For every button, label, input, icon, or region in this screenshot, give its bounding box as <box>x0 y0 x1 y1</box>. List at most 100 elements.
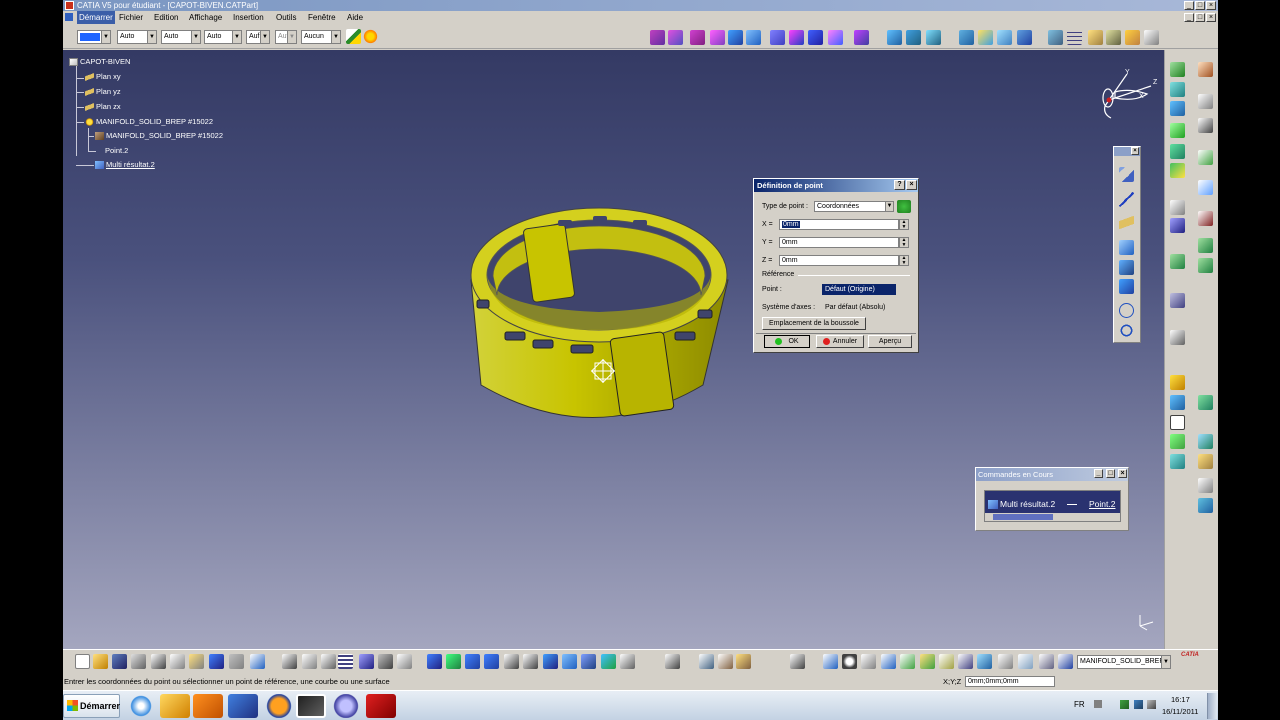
word-icon[interactable] <box>228 694 258 718</box>
sketch-tool-icon[interactable] <box>1170 62 1185 77</box>
intersection-icon[interactable] <box>1119 260 1134 275</box>
clock-time[interactable]: 16:17 <box>1171 695 1190 704</box>
menu-demarrer[interactable]: Démarrer <box>77 11 115 24</box>
hammer-icon[interactable] <box>1198 211 1213 226</box>
draft-icon[interactable] <box>1198 258 1213 273</box>
doc-close-button[interactable]: × <box>1206 13 1216 22</box>
macro-icon[interactable] <box>378 654 393 669</box>
revolve-icon[interactable] <box>668 30 683 45</box>
clock-date[interactable]: 16/11/2011 <box>1162 707 1198 716</box>
scissor-icon[interactable] <box>1198 118 1213 133</box>
y-spinner[interactable]: ▲ ▼ <box>899 237 909 248</box>
multisection-icon[interactable] <box>746 30 761 45</box>
painter-icon[interactable] <box>346 29 361 44</box>
capture-icon[interactable] <box>790 654 805 669</box>
rotate-view-icon[interactable] <box>484 654 499 669</box>
tree-item-point[interactable]: Point.2 <box>97 145 128 157</box>
grid-tool-icon[interactable] <box>881 654 896 669</box>
boundary-icon[interactable] <box>828 30 843 45</box>
tree-item-multi-result[interactable]: Multi résultat.2 <box>95 159 155 171</box>
layer-combo[interactable]: Aut ▼ <box>275 30 297 44</box>
mirror-icon[interactable] <box>1170 395 1185 410</box>
groove-icon[interactable] <box>1170 144 1185 159</box>
linetype-combo[interactable]: Auto ▼ <box>204 30 242 44</box>
toolbar-handle[interactable]: × <box>1114 147 1140 156</box>
shading-icon[interactable] <box>581 654 596 669</box>
extract-icon[interactable] <box>854 30 869 45</box>
chamfer-icon[interactable] <box>1170 254 1185 269</box>
linewidth-combo[interactable]: Auto ▼ <box>161 30 201 44</box>
tree-item-plan-yz[interactable]: Plan yz <box>85 86 121 98</box>
pad-icon[interactable] <box>1170 82 1185 97</box>
lock-type-icon[interactable] <box>897 200 911 213</box>
trim-icon[interactable] <box>808 30 823 45</box>
y-input[interactable]: 0mm <box>779 237 899 248</box>
commands-title-bar[interactable]: Commandes en Cours _ □ × <box>976 468 1128 481</box>
fillet-icon[interactable] <box>887 30 902 45</box>
firefox-icon[interactable] <box>264 694 294 718</box>
explorer-folder-icon[interactable] <box>160 694 190 718</box>
connect-checker-icon[interactable] <box>1017 30 1032 45</box>
diamond-select-icon[interactable] <box>1058 654 1073 669</box>
boolean-icon[interactable] <box>1170 218 1185 233</box>
copy-icon[interactable] <box>170 654 185 669</box>
hide-show-icon[interactable] <box>601 654 616 669</box>
commands-scrollbar[interactable] <box>985 513 1120 521</box>
rib-icon[interactable] <box>1170 163 1185 178</box>
analysis-icon[interactable] <box>997 30 1012 45</box>
selection-filter-icon[interactable] <box>1039 654 1054 669</box>
circle-icon[interactable] <box>1119 303 1134 318</box>
law-icon[interactable] <box>978 30 993 45</box>
media-player-icon[interactable] <box>193 694 223 718</box>
commands-item-point[interactable]: Point.2 <box>1089 499 1115 509</box>
print-icon[interactable] <box>131 654 146 669</box>
network-icon[interactable] <box>1134 700 1143 709</box>
only-current-body-icon[interactable] <box>998 654 1013 669</box>
doc-minimize-button[interactable]: _ <box>1184 13 1194 22</box>
grid-icon[interactable] <box>1067 30 1082 45</box>
shaft-icon[interactable] <box>1170 123 1185 138</box>
parallel-curve-icon[interactable] <box>1119 279 1134 294</box>
group-icon[interactable] <box>718 654 733 669</box>
compass-location-button[interactable]: Emplacement de la boussole <box>762 317 866 330</box>
select-tool-icon[interactable] <box>1198 62 1213 77</box>
axis-system-field[interactable]: Par défaut (Absolu) <box>822 302 896 313</box>
bottle-icon[interactable] <box>736 654 751 669</box>
iso-view-icon[interactable] <box>562 654 577 669</box>
selection-combo[interactable]: MANIFOLD_SOLID_BREP ▼ <box>1077 655 1171 669</box>
scale-icon[interactable] <box>1170 415 1185 430</box>
multi-view-icon[interactable] <box>665 654 680 669</box>
z-spinner[interactable]: ▲ ▼ <box>899 255 909 266</box>
x-spinner[interactable]: ▲ ▼ <box>899 219 909 230</box>
plane-icon[interactable] <box>1119 215 1134 230</box>
snap-to-point-icon[interactable] <box>958 654 973 669</box>
menu-fenetre[interactable]: Fenêtre <box>306 11 338 24</box>
open-icon[interactable] <box>93 654 108 669</box>
formula-icon[interactable] <box>282 654 297 669</box>
remove-face-icon[interactable] <box>1170 454 1185 469</box>
language-indicator[interactable]: FR <box>1074 700 1085 709</box>
pattern-icon[interactable] <box>1198 395 1213 410</box>
fit-all-icon[interactable] <box>446 654 461 669</box>
quick-view-icon[interactable] <box>699 654 714 669</box>
properties-icon[interactable] <box>363 29 378 44</box>
paste-icon[interactable] <box>189 654 204 669</box>
shell-icon[interactable] <box>1170 293 1185 308</box>
zoom-out-icon[interactable] <box>523 654 538 669</box>
hole-icon[interactable] <box>1198 434 1213 449</box>
sew-icon[interactable] <box>1198 454 1213 469</box>
split-icon[interactable] <box>789 30 804 45</box>
menu-fichier[interactable]: Fichier <box>117 11 145 24</box>
sketch-icon[interactable] <box>1088 30 1103 45</box>
zoom-in-icon[interactable] <box>504 654 519 669</box>
table-icon[interactable] <box>338 654 353 669</box>
knowledge-icon[interactable] <box>321 654 336 669</box>
close-button[interactable]: × <box>1206 1 1216 10</box>
tree-item-solid[interactable]: MANIFOLD_SOLID_BREP #15022 <box>95 130 223 142</box>
translate-icon[interactable] <box>906 30 921 45</box>
pan-icon[interactable] <box>465 654 480 669</box>
compass-icon[interactable]: Y Z X <box>1099 68 1161 122</box>
yellow-ring-model[interactable] <box>453 190 743 450</box>
measure-icon[interactable] <box>1170 375 1185 390</box>
ok-button[interactable]: OK <box>764 335 810 348</box>
